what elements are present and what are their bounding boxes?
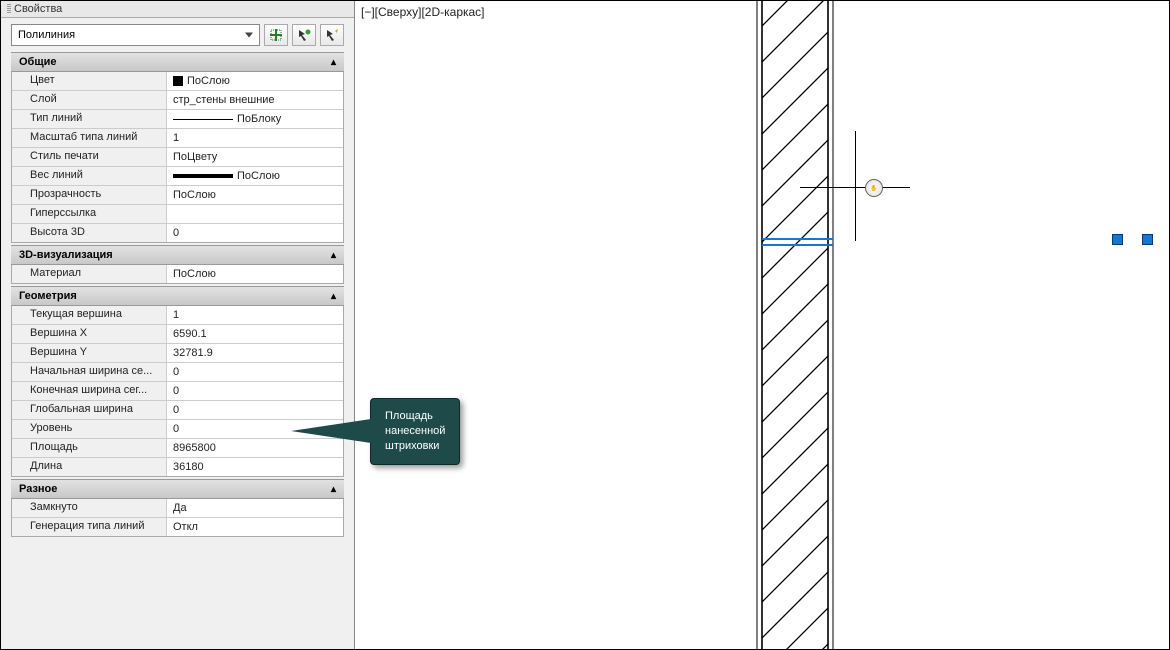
- prop-ltgen-value[interactable]: Откл: [167, 518, 343, 536]
- panel-title-text: Свойства: [14, 3, 62, 15]
- prop-linetype-label: Тип линий: [12, 110, 167, 128]
- chevron-up-icon: ▴: [331, 291, 336, 302]
- prop-len-value[interactable]: 36180: [167, 458, 343, 476]
- section-viz3d-body: МатериалПоСлою: [11, 265, 344, 284]
- object-type-dropdown[interactable]: Полилиния: [11, 24, 260, 46]
- prop-color-value[interactable]: ПоСлою: [167, 72, 343, 90]
- select-objects-icon: [325, 28, 339, 42]
- section-general-header[interactable]: Общие ▴: [11, 52, 344, 72]
- linetype-swatch-icon: [173, 119, 233, 120]
- prop-startw-label: Начальная ширина се...: [12, 363, 167, 381]
- hint-callout: Площадь нанесенной штриховки: [370, 398, 460, 465]
- prop-plotstyle-value[interactable]: ПоЦвету: [167, 148, 343, 166]
- callout-line2: нанесенной: [385, 424, 445, 439]
- prop-closed-label: Замкнуто: [12, 499, 167, 517]
- chevron-up-icon: ▴: [331, 484, 336, 495]
- prop-closed-value[interactable]: Да: [167, 499, 343, 517]
- grip-left[interactable]: [1112, 234, 1123, 245]
- prop-globalw-value[interactable]: 0: [167, 401, 343, 419]
- prop-material-value[interactable]: ПоСлою: [167, 265, 343, 283]
- color-swatch-icon: [173, 76, 183, 86]
- prop-vy-value[interactable]: 32781.9: [167, 344, 343, 362]
- prop-endw-value[interactable]: 0: [167, 382, 343, 400]
- pickadd-toggle-button[interactable]: [292, 24, 316, 46]
- panel-title: Свойства: [1, 1, 354, 18]
- prop-curvertex-label: Текущая вершина: [12, 306, 167, 324]
- prop-ltscale-value[interactable]: 1: [167, 129, 343, 147]
- section-geom-title: Геометрия: [19, 290, 77, 302]
- prop-lineweight-label: Вес линий: [12, 167, 167, 185]
- callout-line1: Площадь: [385, 409, 445, 424]
- section-misc-body: ЗамкнутоДа Генерация типа линийОткл: [11, 499, 344, 537]
- wall-drawing: [355, 1, 1169, 649]
- section-misc-header[interactable]: Разное ▴: [11, 479, 344, 499]
- prop-color-label: Цвет: [12, 72, 167, 90]
- select-objects-button[interactable]: [320, 24, 344, 46]
- pan-cursor-icon: ✋: [865, 179, 883, 197]
- prop-elev-label: Уровень: [12, 420, 167, 438]
- prop-vy-label: Вершина Y: [12, 344, 167, 362]
- prop-globalw-label: Глобальная ширина: [12, 401, 167, 419]
- prop-transparency-label: Прозрачность: [12, 186, 167, 204]
- prop-linetype-value[interactable]: ПоБлоку: [167, 110, 343, 128]
- object-type-value: Полилиния: [18, 29, 75, 41]
- prop-hyperlink-label: Гиперссылка: [12, 205, 167, 223]
- callout-line3: штриховки: [385, 439, 445, 454]
- section-misc-title: Разное: [19, 483, 57, 495]
- grip-mid[interactable]: [1142, 234, 1153, 245]
- properties-panel: Свойства Полилиния Общие ▴ ЦветПоСлою Сл…: [1, 1, 355, 649]
- drawing-viewport[interactable]: [−][Сверху][2D-каркас] ✋: [355, 1, 1169, 649]
- section-geom-body: Текущая вершина1 Вершина X6590.1 Вершина…: [11, 306, 344, 477]
- prop-transparency-value[interactable]: ПоСлою: [167, 186, 343, 204]
- prop-lineweight-value[interactable]: ПоСлою: [167, 167, 343, 185]
- lineweight-swatch-icon: [173, 174, 233, 178]
- pickadd-icon: [297, 28, 311, 42]
- quick-select-button[interactable]: [264, 24, 288, 46]
- prop-height3d-label: Высота 3D: [12, 224, 167, 242]
- crosshair-vertical: [855, 131, 856, 241]
- prop-ltscale-label: Масштаб типа линий: [12, 129, 167, 147]
- prop-len-label: Длина: [12, 458, 167, 476]
- prop-layer-label: Слой: [12, 91, 167, 109]
- chevron-up-icon: ▴: [331, 250, 336, 261]
- section-general-title: Общие: [19, 56, 57, 68]
- prop-vx-label: Вершина X: [12, 325, 167, 343]
- prop-endw-label: Конечная ширина сег...: [12, 382, 167, 400]
- callout-arrow-icon: [291, 419, 371, 443]
- chevron-up-icon: ▴: [331, 57, 336, 68]
- quick-select-icon: [269, 28, 283, 42]
- prop-material-label: Материал: [12, 265, 167, 283]
- section-viz3d-title: 3D-визуализация: [19, 249, 113, 261]
- prop-hyperlink-value[interactable]: [167, 205, 343, 223]
- prop-curvertex-value[interactable]: 1: [167, 306, 343, 324]
- prop-startw-value[interactable]: 0: [167, 363, 343, 381]
- prop-layer-value[interactable]: стр_стены внешние: [167, 91, 343, 109]
- prop-area-label: Площадь: [12, 439, 167, 457]
- prop-vx-value[interactable]: 6590.1: [167, 325, 343, 343]
- section-general-body: ЦветПоСлою Слойстр_стены внешние Тип лин…: [11, 72, 344, 243]
- prop-height3d-value[interactable]: 0: [167, 224, 343, 242]
- properties-toolbar: Полилиния: [1, 18, 354, 52]
- prop-plotstyle-label: Стиль печати: [12, 148, 167, 166]
- section-viz3d-header[interactable]: 3D-визуализация ▴: [11, 245, 344, 265]
- section-geom-header[interactable]: Геометрия ▴: [11, 286, 344, 306]
- prop-ltgen-label: Генерация типа линий: [12, 518, 167, 536]
